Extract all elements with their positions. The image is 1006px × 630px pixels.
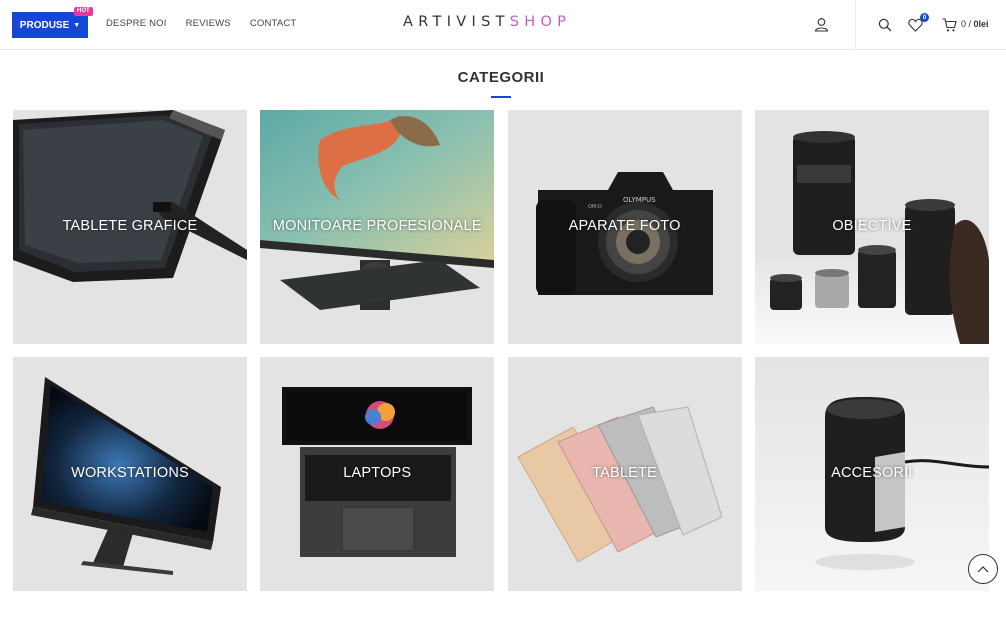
- category-grid: TABLETE GRAFICE MONITOARE PROFESIONALE O…: [13, 110, 989, 591]
- main-nav: DESPRE NOI REVIEWS CONTACT: [106, 18, 315, 29]
- category-label: OBIECTIVE: [832, 218, 912, 234]
- user-icon[interactable]: [814, 17, 829, 32]
- category-label: LAPTOPS: [343, 465, 412, 481]
- category-card-tablete[interactable]: TABLETE: [507, 357, 742, 591]
- chevron-up-icon: [977, 566, 989, 573]
- category-card-obiective[interactable]: OBIECTIVE: [754, 110, 989, 344]
- site-header: PRODUSE ▼ HOT DESPRE NOI REVIEWS CONTACT…: [0, 0, 1006, 50]
- cart-summary[interactable]: 0 / 0lei: [961, 19, 989, 29]
- category-card-aparate-foto[interactable]: OLYMPUS OM-D APARATE FOTO: [507, 110, 742, 344]
- nav-link-reviews[interactable]: REVIEWS: [186, 18, 231, 29]
- nav-link-contact[interactable]: CONTACT: [250, 18, 297, 29]
- category-label: MONITOARE PROFESIONALE: [272, 218, 482, 234]
- category-card-monitoare-profesionale[interactable]: MONITOARE PROFESIONALE: [260, 110, 495, 344]
- site-logo[interactable]: ARTIVISTSHOP: [403, 14, 571, 30]
- title-underline: [491, 96, 511, 98]
- cart-separator: /: [966, 19, 974, 29]
- camera-brand-text: OLYMPUS: [623, 196, 656, 204]
- scroll-to-top-button[interactable]: [968, 554, 998, 584]
- category-card-workstations[interactable]: WORKSTATIONS: [13, 357, 247, 591]
- cart-total: 0lei: [973, 19, 989, 29]
- wishlist-count-badge: 0: [920, 13, 929, 22]
- chevron-down-icon: ▼: [73, 21, 81, 29]
- logo-text-artivist: ARTIVIST: [403, 14, 510, 30]
- category-card-accesorii[interactable]: ACCESORII: [754, 357, 989, 591]
- header-divider: [855, 0, 856, 50]
- cart-icon[interactable]: [942, 18, 957, 32]
- nav-link-despre-noi[interactable]: DESPRE NOI: [106, 18, 167, 29]
- category-label: TABLETE: [592, 465, 657, 481]
- logo-text-shop: SHOP: [509, 14, 572, 30]
- category-card-laptops[interactable]: LAPTOPS: [260, 357, 495, 591]
- hot-badge: HOT: [74, 7, 93, 16]
- category-label: ACCESORII: [831, 465, 913, 481]
- search-icon[interactable]: [878, 18, 892, 32]
- category-label: WORKSTATIONS: [71, 465, 189, 481]
- section-title: CATEGORII: [457, 69, 545, 86]
- category-card-tablete-grafice[interactable]: TABLETE GRAFICE: [13, 110, 247, 344]
- category-label: TABLETE GRAFICE: [62, 218, 198, 234]
- camera-model-text: OM-D: [588, 204, 602, 210]
- produse-label: PRODUSE: [19, 19, 70, 31]
- category-label: APARATE FOTO: [568, 218, 681, 234]
